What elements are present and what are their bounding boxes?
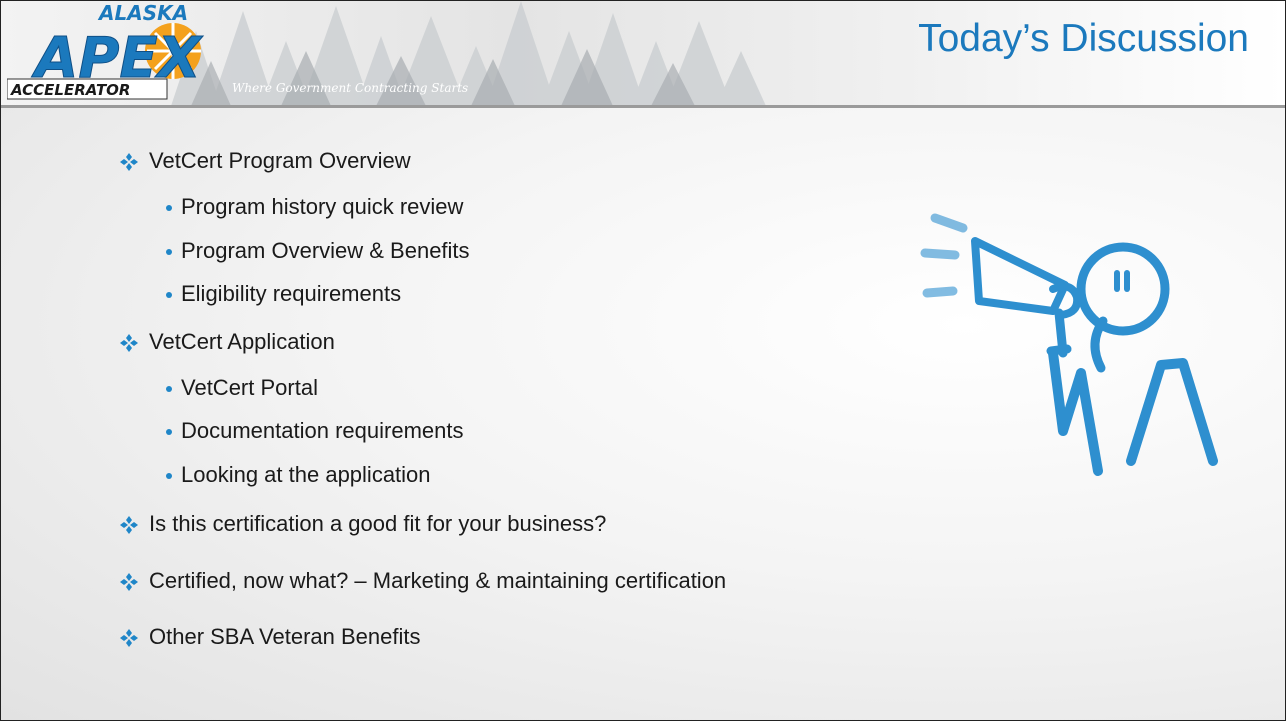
sub-item-looking-at-application: Looking at the application <box>166 462 431 488</box>
dot-bullet-icon <box>166 292 172 298</box>
four-diamond-bullet-icon <box>120 334 138 352</box>
agenda-item-label: Other SBA Veteran Benefits <box>149 624 421 649</box>
sub-item-documentation: Documentation requirements <box>166 418 464 444</box>
megaphone-person-icon <box>920 213 1218 476</box>
agenda-item-label: Certified, now what? – Marketing & maint… <box>149 568 727 593</box>
four-diamond-bullet-icon <box>120 516 138 534</box>
agenda-item-label: VetCert Program Overview <box>149 148 411 173</box>
agenda-item-certified-now-what: Certified, now what? – Marketing & maint… <box>120 568 727 594</box>
agenda-item-vetcert-application: VetCert Application <box>120 329 335 355</box>
agenda-item-good-fit: Is this certification a good fit for you… <box>120 511 607 537</box>
sub-item-overview-benefits: Program Overview & Benefits <box>166 238 470 264</box>
sub-item-eligibility: Eligibility requirements <box>166 281 402 307</box>
dot-bullet-icon <box>166 205 172 211</box>
agenda-item-label: VetCert Application <box>149 329 335 354</box>
four-diamond-bullet-icon <box>120 629 138 647</box>
four-diamond-bullet-icon <box>120 573 138 591</box>
sub-item-label: Program Overview & Benefits <box>181 238 470 263</box>
sub-item-label: Program history quick review <box>181 194 464 219</box>
sub-item-label: Documentation requirements <box>181 418 464 443</box>
sub-item-history: Program history quick review <box>166 194 464 220</box>
sub-item-label: VetCert Portal <box>181 375 318 400</box>
sub-item-label: Looking at the application <box>181 462 431 487</box>
dot-bullet-icon <box>166 386 172 392</box>
dot-bullet-icon <box>166 473 172 479</box>
dot-bullet-icon <box>166 429 172 435</box>
agenda-item-other-benefits: Other SBA Veteran Benefits <box>120 624 421 650</box>
dot-bullet-icon <box>166 249 172 255</box>
slide: ALASKA APEX ACCELERATOR Where Government… <box>0 0 1286 721</box>
sub-item-label: Eligibility requirements <box>181 281 402 306</box>
agenda-item-label: Is this certification a good fit for you… <box>149 511 607 536</box>
agenda-item-vetcert-overview: VetCert Program Overview <box>120 148 411 174</box>
sub-item-portal: VetCert Portal <box>166 375 318 401</box>
four-diamond-bullet-icon <box>120 153 138 171</box>
